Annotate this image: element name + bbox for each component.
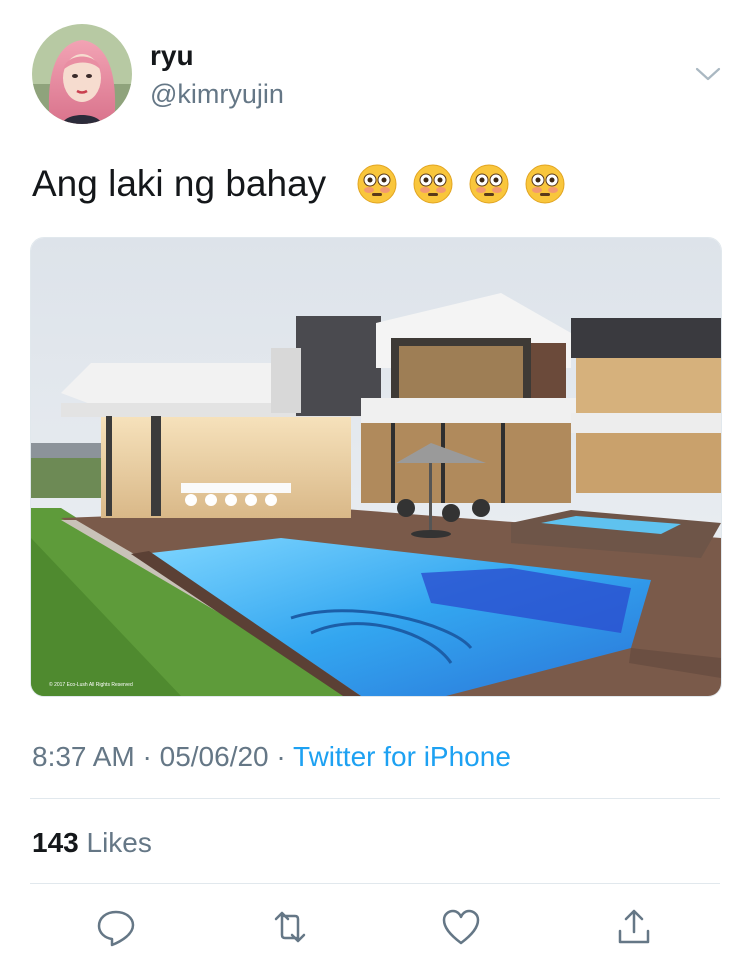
heart-icon[interactable] xyxy=(439,905,483,949)
emoji-row xyxy=(357,164,565,204)
flushed-face-emoji-icon xyxy=(525,164,565,204)
user-name[interactable]: ryu xyxy=(150,40,194,72)
meta-separator: · xyxy=(134,741,160,772)
avatar[interactable] xyxy=(32,24,132,124)
chevron-down-icon[interactable] xyxy=(694,64,722,84)
flushed-face-emoji-icon xyxy=(469,164,509,204)
reply-icon[interactable] xyxy=(94,905,138,949)
flushed-face-emoji-icon xyxy=(357,164,397,204)
tweet-text: Ang laki ng bahay xyxy=(32,163,327,204)
divider xyxy=(30,798,720,799)
photo-watermark: © 2017 Eco-Lush All Rights Reserved xyxy=(49,681,133,688)
likes-stat[interactable]: 143 Likes xyxy=(32,827,152,859)
meta-separator: · xyxy=(268,741,294,772)
tweet-time: 8:37 AM xyxy=(32,741,135,772)
user-handle[interactable]: @kimryujin xyxy=(150,79,284,110)
avatar-image xyxy=(32,24,132,124)
retweet-icon[interactable] xyxy=(268,905,312,949)
likes-label: Likes xyxy=(86,827,152,858)
divider xyxy=(30,883,720,884)
likes-count: 143 xyxy=(32,827,79,858)
house-photo-image: © 2017 Eco-Lush All Rights Reserved xyxy=(31,238,721,696)
flushed-face-emoji-icon xyxy=(413,164,453,204)
tweet-source-link[interactable]: Twitter for iPhone xyxy=(293,741,511,772)
tweet-photo[interactable]: © 2017 Eco-Lush All Rights Reserved xyxy=(30,237,722,697)
tweet-meta: 8:37 AM · 05/06/20 · Twitter for iPhone xyxy=(32,741,511,773)
tweet-date: 05/06/20 xyxy=(159,741,269,772)
share-icon[interactable] xyxy=(612,905,656,949)
